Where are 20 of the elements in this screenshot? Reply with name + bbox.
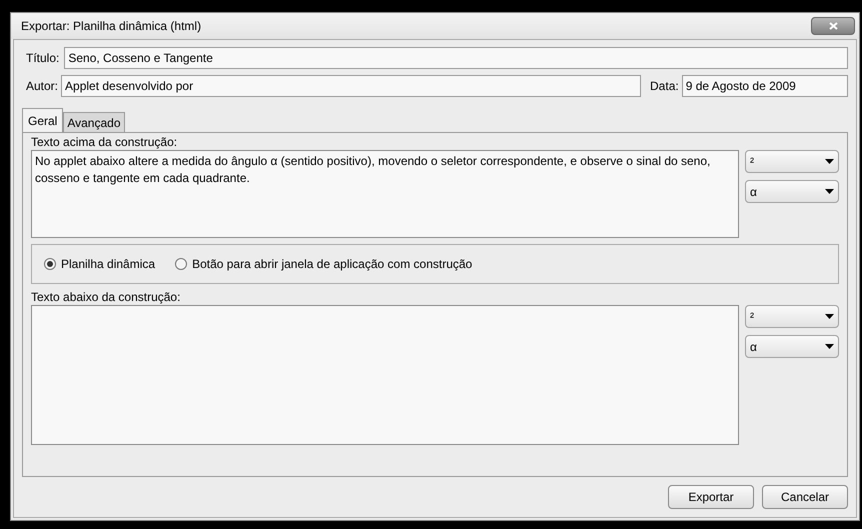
- radio-option[interactable]: Botão para abrir janela de aplicação com construção: [175, 255, 472, 273]
- field-label: Data:: [650, 78, 679, 95]
- title-field[interactable]: Seno, Cosseno e Tangente: [64, 47, 848, 69]
- tab[interactable]: Avançado: [63, 112, 124, 132]
- date-field[interactable]: 9 de Agosto de 2009: [682, 75, 848, 97]
- symbol-dropdown[interactable]: α: [745, 335, 839, 358]
- section-label: Texto acima da construção:: [31, 135, 178, 150]
- symbol-dropdown[interactable]: α: [745, 180, 839, 203]
- field-label: Título:: [26, 50, 60, 67]
- symbol-dropdown[interactable]: ²: [745, 150, 839, 173]
- section-label: Texto abaixo da construção:: [31, 290, 182, 305]
- tab[interactable]: Geral: [22, 108, 64, 132]
- text-area[interactable]: No applet abaixo altere a medida do ângulo α (sentido positivo), movendo o seletor correspondente, e observe o sinal do seno, cosseno e tangente em cada quadrante.: [31, 150, 739, 238]
- dialog-button[interactable]: Exportar: [668, 485, 754, 509]
- author-field[interactable]: Applet desenvolvido por: [61, 75, 642, 97]
- symbol-dropdown[interactable]: ²: [745, 305, 839, 328]
- radio-option[interactable]: Planilha dinâmica: [44, 255, 156, 273]
- field-label: Autor:: [26, 78, 58, 95]
- dialog-button[interactable]: Cancelar: [762, 485, 848, 509]
- window-title: Exportar: Planilha dinâmica (html): [21, 18, 202, 35]
